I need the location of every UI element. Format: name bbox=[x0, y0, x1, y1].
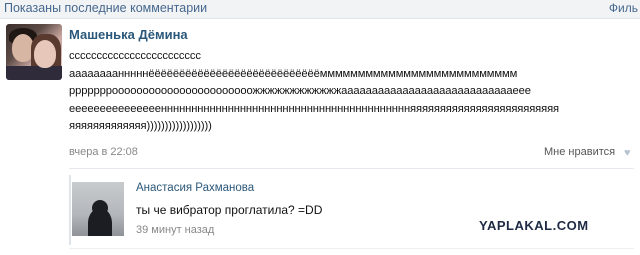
reply-avatar[interactable] bbox=[72, 182, 124, 236]
comment-line: аааааааанннннёёёёёёёёёёёёёёёёёёёёёёёёёёё… bbox=[69, 67, 518, 80]
reply-indent-bar bbox=[69, 175, 71, 245]
commenter-avatar[interactable] bbox=[6, 24, 62, 80]
comment-line: рррррррооооооооооооооооооооооожжжжжжжжжж… bbox=[69, 85, 531, 97]
comment-line: яяяяяяяяяяяяя)))))))))))))))))) bbox=[69, 120, 212, 132]
comments-header-title: Показаны последние комментарии bbox=[4, 1, 208, 15]
watermark: YAPLAKAL.COM bbox=[479, 218, 589, 233]
divider bbox=[69, 248, 634, 249]
reply-author-link[interactable]: Анастасия Рахманова bbox=[136, 182, 254, 194]
filter-link[interactable]: Филь bbox=[609, 1, 638, 15]
heart-icon[interactable]: ♥ bbox=[624, 147, 631, 159]
like-button[interactable]: Мне нравится bbox=[544, 146, 615, 158]
reply-text: ты че вибратор проглатила? =DD bbox=[136, 203, 323, 217]
comment-line: сссссссссссссссссссссссс bbox=[69, 50, 201, 62]
comment-author-link[interactable]: Машенька Дёмина bbox=[69, 27, 188, 42]
comment-line: еееееееееееееееннннннннннннннннннннннннн… bbox=[69, 102, 559, 115]
comments-header: Показаны последние комментарии Филь bbox=[0, 0, 640, 19]
comment-timestamp[interactable]: вчера в 22:08 bbox=[69, 146, 138, 158]
divider bbox=[69, 168, 634, 169]
reply-timestamp[interactable]: 39 минут назад bbox=[136, 224, 214, 236]
comment-text: сссссссссссссссссссссссс аааааааанннннёё… bbox=[69, 48, 629, 136]
